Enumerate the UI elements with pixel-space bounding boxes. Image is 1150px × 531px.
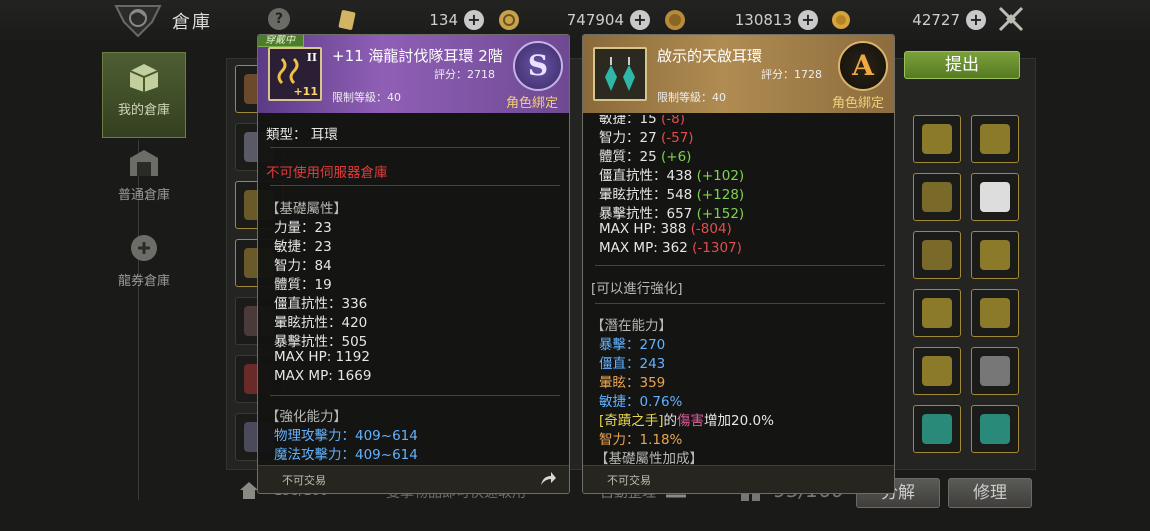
bind-status: 角色綁定 xyxy=(832,96,885,111)
box-icon xyxy=(129,64,159,92)
bind-status: 角色綁定 xyxy=(506,96,559,111)
equipped-item-tooltip: II +11 +11 海龍討伐隊耳環 2階 評分：2718 限制等級：40 角色… xyxy=(257,34,570,494)
item-score: 評分：2718 xyxy=(434,68,495,81)
stat-row: 敏捷：23 xyxy=(274,239,332,255)
compare-row: MAX MP: 362 (-1307) xyxy=(599,240,742,256)
compare-row: 暴擊抗性：657 (+152) xyxy=(599,206,745,222)
stat-row: 體質：19 xyxy=(274,277,332,293)
base-stats-header: 【基礎屬性】 xyxy=(266,201,347,217)
gem-earring-icon xyxy=(605,57,635,91)
repair-button[interactable]: 修理 xyxy=(948,478,1032,508)
item-icon xyxy=(593,47,647,101)
enhance-header: 【強化能力】 xyxy=(266,409,347,425)
tooltip-body: 敏捷：15 (-8) 智力：27 (-57) 體質：25 (+6) 僵直抗性：4… xyxy=(583,115,894,467)
currency-gold: 42727 + xyxy=(830,8,986,32)
trade-status: 不可交易 xyxy=(282,474,326,487)
potential-header: 【潛在能力】 xyxy=(591,318,672,334)
stat-row: 僵直抗性：336 xyxy=(274,296,368,312)
potential-row: 暈眩：359 xyxy=(599,375,666,391)
equipped-badge: 穿戴中 xyxy=(258,35,304,47)
close-icon[interactable] xyxy=(996,4,1026,34)
level-requirement: 限制等級：40 xyxy=(332,91,401,104)
add-swirl-button[interactable]: + xyxy=(630,10,650,30)
warehouse-nav: 我的倉庫 普通倉庫 龍券倉庫 xyxy=(100,52,190,310)
nav-my-warehouse[interactable]: 我的倉庫 xyxy=(102,52,186,138)
top-bar: 倉庫 ? 134 + 747904 + 130813 + 42727 + xyxy=(0,0,1150,40)
submit-button[interactable]: 提出 xyxy=(904,51,1020,79)
divider xyxy=(270,185,560,186)
stat-row: 力量：23 xyxy=(274,220,332,236)
trade-status: 不可交易 xyxy=(607,474,651,487)
item-plus: +11 xyxy=(293,85,318,98)
dragon-coin-icon xyxy=(131,235,157,261)
server-warning: 不可使用伺服器倉庫 xyxy=(266,165,388,181)
tooltip-footer: 不可交易 xyxy=(583,465,894,493)
grade-badge: A xyxy=(838,41,888,91)
compare-row: 體質：25 (+6) xyxy=(599,149,692,165)
potential-row: 敏捷：0.76% xyxy=(599,394,683,410)
tooltip-header: II +11 +11 海龍討伐隊耳環 2階 評分：2718 限制等級：40 角色… xyxy=(258,35,569,113)
help-button[interactable]: ? xyxy=(268,8,290,30)
add-ticket-button[interactable]: + xyxy=(464,10,484,30)
new-item-tooltip: 啟示的天啟耳環 評分：1728 限制等級：40 角色綁定 A 敏捷：15 (-8… xyxy=(582,34,895,494)
compare-row: MAX HP: 388 (-804) xyxy=(599,221,732,237)
item-score: 評分：1728 xyxy=(761,68,822,81)
grade-badge: S xyxy=(513,41,563,91)
item-icon: II +11 xyxy=(268,47,322,101)
item-name: 啟示的天啟耳環 xyxy=(657,47,763,65)
potential-row: 智力：1.18% xyxy=(599,432,683,448)
tooltip-footer: 不可交易 xyxy=(258,465,569,493)
divider xyxy=(595,303,885,304)
compare-row: 智力：27 (-57) xyxy=(599,130,694,146)
item-name: +11 海龍討伐隊耳環 2階 xyxy=(332,47,503,65)
level-requirement: 限制等級：40 xyxy=(657,91,726,104)
warehouse-icon xyxy=(130,150,158,176)
enhance-row: 物理攻擊力：409~614 xyxy=(274,428,418,444)
page-title: 倉庫 xyxy=(172,12,212,33)
tooltip-header: 啟示的天啟耳環 評分：1728 限制等級：40 角色綁定 A xyxy=(583,35,894,113)
currency-ticket: 134 + xyxy=(336,8,484,32)
special-skill-row: [奇蹟之手]的傷害增加20.0% xyxy=(599,413,774,429)
item-tier: II xyxy=(306,51,317,64)
divider xyxy=(270,395,560,396)
stat-row: MAX HP: 1192 xyxy=(274,349,370,365)
stat-row: 暈眩抗性：420 xyxy=(274,315,368,331)
compare-row: 僵直抗性：438 (+102) xyxy=(599,168,745,184)
dragon-emblem-icon xyxy=(114,5,162,38)
tooltip-body: 類型： 耳環 不可使用伺服器倉庫 【基礎屬性】 力量：23 敏捷：23 智力：8… xyxy=(258,115,569,467)
stat-row: 智力：84 xyxy=(274,258,332,274)
enhance-note: [可以進行強化] xyxy=(591,281,683,297)
nav-common-warehouse[interactable]: 普通倉庫 xyxy=(102,138,186,224)
stat-row: 暴擊抗性：505 xyxy=(274,334,368,350)
currency-bag: 130813 + xyxy=(664,8,818,32)
enhance-row: 魔法攻擊力：409~614 xyxy=(274,447,418,463)
add-gold-button[interactable]: + xyxy=(966,10,986,30)
gold-coin-icon xyxy=(832,11,850,29)
currency-swirl: 747904 + xyxy=(498,8,650,32)
potential-row: 暴擊：270 xyxy=(599,337,666,353)
swirl-coin-icon xyxy=(499,10,519,30)
potential-row: 僵直：243 xyxy=(599,356,666,372)
divider xyxy=(595,265,885,266)
add-bag-button[interactable]: + xyxy=(798,10,818,30)
stat-row: MAX MP: 1669 xyxy=(274,368,372,384)
compare-row: 暈眩抗性：548 (+128) xyxy=(599,187,745,203)
bag-coin-icon xyxy=(665,10,685,30)
share-icon[interactable] xyxy=(539,470,557,488)
ticket-icon xyxy=(338,10,356,30)
nav-dragon-warehouse[interactable]: 龍券倉庫 xyxy=(102,224,186,310)
base-bonus-header: 【基礎屬性加成】 xyxy=(595,451,703,467)
item-type: 類型： 耳環 xyxy=(266,127,338,143)
divider xyxy=(270,147,560,148)
